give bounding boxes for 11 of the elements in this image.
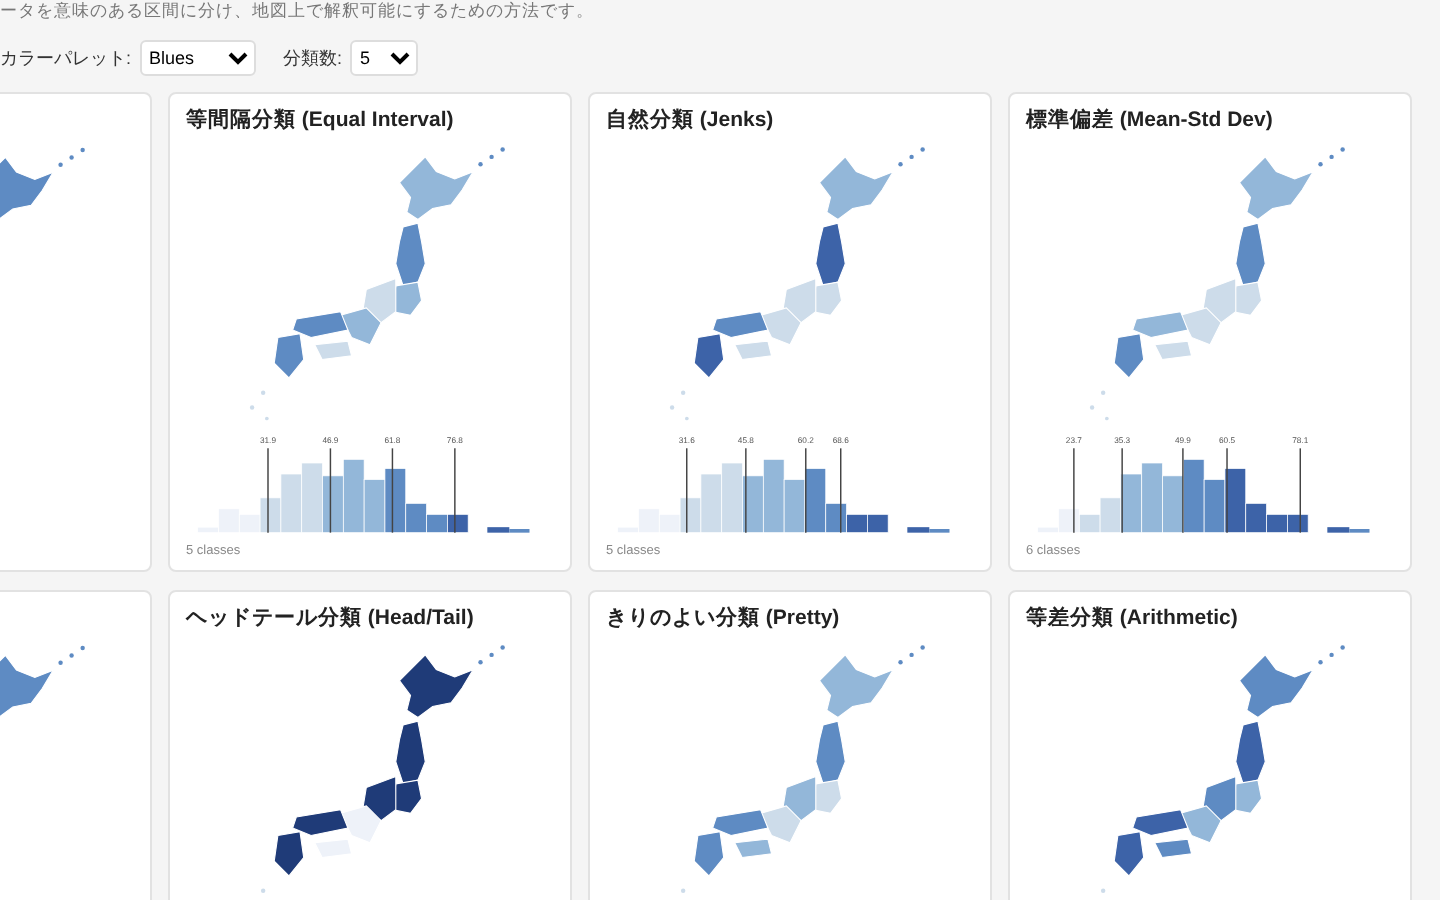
- card-title: きりのよい分類 (Pretty): [606, 604, 842, 632]
- card-title: 自然分類 (Jenks): [606, 106, 776, 134]
- card-title: 等間隔分類 (Equal Interval): [186, 106, 456, 134]
- control-label: 分類数:: [283, 45, 343, 71]
- description-text: ータを意味のある区間に分け、地図上で解釈可能にするための方法です。: [0, 0, 596, 20]
- card-title: 標準偏差 (Mean-Std Dev): [1026, 106, 1275, 134]
- select-field[interactable]: Blues: [139, 40, 256, 76]
- control-label: カラーパレット:: [0, 45, 132, 71]
- select-field[interactable]: 5: [350, 40, 419, 76]
- card-title: ヘッドテール分類 (Head/Tail): [186, 604, 476, 632]
- card-title: 等差分類 (Arithmetic): [1026, 604, 1240, 632]
